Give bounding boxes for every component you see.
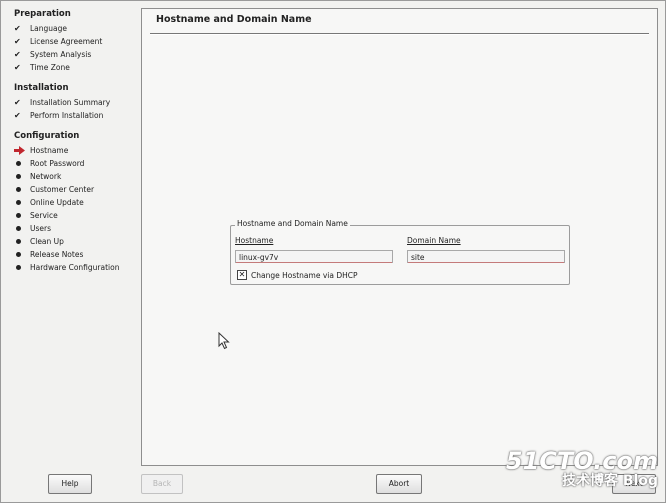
- bullet-icon: [16, 252, 21, 257]
- step-license-agreement: ✔ License Agreement: [14, 37, 103, 46]
- bullet-icon: [16, 200, 21, 205]
- section-title-preparation: Preparation: [14, 9, 71, 19]
- dhcp-checkbox-row[interactable]: ✕ Change Hostname via DHCP: [237, 270, 358, 280]
- domain-name-input[interactable]: site: [407, 250, 565, 263]
- hostname-input[interactable]: linux-gv7v: [235, 250, 393, 263]
- current-step-arrow-icon: [14, 146, 25, 155]
- step-service: Service: [14, 209, 138, 222]
- hostname-domain-groupbox: Hostname and Domain Name Hostname linux-…: [230, 219, 570, 285]
- step-installation-summary: ✔ Installation Summary: [14, 98, 111, 107]
- page-title: Hostname and Domain Name: [156, 14, 312, 25]
- step-clean-up: Clean Up: [14, 235, 138, 248]
- installation-steps-sidebar: Preparation ✔ Language ✔ License Agreement…: [8, 8, 138, 274]
- step-hostname-current: Hostname: [14, 144, 138, 157]
- check-icon: ✔: [14, 111, 21, 120]
- step-customer-center: Customer Center: [14, 183, 138, 196]
- step-perform-installation: ✔ Perform Installation: [14, 111, 104, 120]
- step-time-zone: ✔ Time Zone: [14, 63, 70, 72]
- step-users: Users: [14, 222, 138, 235]
- watermark-blog-en: Blog: [622, 473, 658, 489]
- bullet-icon: [16, 213, 21, 218]
- bullet-icon: [16, 174, 21, 179]
- dhcp-checkbox[interactable]: ✕: [237, 270, 247, 280]
- abort-button[interactable]: Abort: [376, 474, 422, 494]
- watermark-blog-cn: 技术博客: [562, 473, 619, 489]
- check-icon: ✔: [14, 37, 21, 46]
- dhcp-checkbox-label: Change Hostname via DHCP: [251, 270, 358, 280]
- main-panel: Hostname and Domain Name Hostname and Do…: [141, 8, 658, 466]
- back-button[interactable]: Back: [141, 474, 183, 494]
- check-icon: ✔: [14, 63, 21, 72]
- bullet-icon: [16, 265, 21, 270]
- watermark-site: 51CTO.com: [505, 447, 658, 475]
- bullet-icon: [16, 239, 21, 244]
- check-icon: ✔: [14, 24, 21, 33]
- bullet-icon: [16, 187, 21, 192]
- hostname-label: Hostname: [235, 236, 274, 245]
- groupbox-title: Hostname and Domain Name: [235, 219, 350, 228]
- step-system-analysis: ✔ System Analysis: [14, 50, 92, 59]
- domain-name-label: Domain Name: [407, 236, 461, 245]
- section-title-configuration: Configuration: [14, 131, 80, 141]
- step-hardware-configuration: Hardware Configuration: [14, 261, 138, 274]
- title-divider: [150, 33, 649, 35]
- step-online-update: Online Update: [14, 196, 138, 209]
- check-icon: ✔: [14, 98, 21, 107]
- step-language: ✔ Language: [14, 24, 68, 33]
- step-network: Network: [14, 170, 138, 183]
- step-release-notes: Release Notes: [14, 248, 138, 261]
- check-icon: ✔: [14, 50, 21, 59]
- help-button[interactable]: Help: [48, 474, 92, 494]
- bullet-icon: [16, 226, 21, 231]
- section-title-installation: Installation: [14, 83, 69, 93]
- bullet-icon: [16, 161, 21, 166]
- step-root-password: Root Password: [14, 157, 138, 170]
- mouse-pointer-icon: [218, 332, 230, 350]
- watermark: 51CTO.com 技术博客 Blog: [506, 449, 658, 489]
